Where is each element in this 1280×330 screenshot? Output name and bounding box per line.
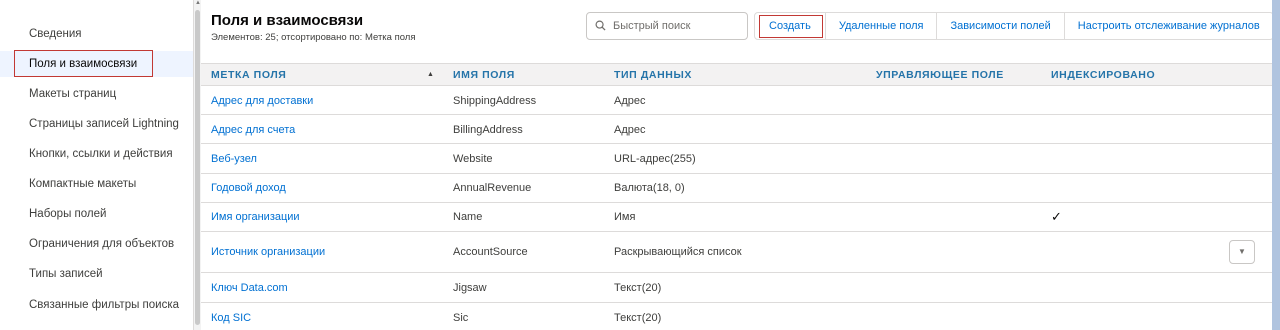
- sidebar-item-label: Сведения: [29, 28, 82, 40]
- field-data-type: Адрес: [614, 124, 646, 136]
- field-label-link[interactable]: Код SIC: [211, 312, 251, 324]
- sidebar-item-label: Компактные макеты: [29, 178, 137, 190]
- field-api-name: Website: [453, 153, 493, 165]
- sidebar-item-buttons-links-actions[interactable]: Кнопки, ссылки и действия: [14, 141, 184, 167]
- sidebar-item-fields-relationships[interactable]: Поля и взаимосвязи: [0, 50, 193, 77]
- search-icon: [595, 20, 606, 31]
- sidebar-item-label: Страницы записей Lightning: [29, 118, 179, 130]
- column-header-data-type[interactable]: ТИП ДАННЫХ: [614, 64, 692, 86]
- table-header: МЕТКА ПОЛЯ ▲ ИМЯ ПОЛЯ ТИП ДАННЫХ УПРАВЛЯ…: [201, 63, 1272, 86]
- sidebar-item-object-limits[interactable]: Ограничения для объектов: [14, 231, 184, 257]
- field-data-type: Текст(20): [614, 282, 662, 294]
- table-row: Адрес для счета BillingAddress Адрес: [201, 115, 1272, 144]
- sidebar-item-record-types[interactable]: Типы записей: [14, 261, 184, 287]
- sidebar-item-lightning-record-pages[interactable]: Страницы записей Lightning: [14, 111, 184, 137]
- field-api-name: ShippingAddress: [453, 95, 537, 107]
- sidebar: Сведения Поля и взаимосвязи Макеты стран…: [0, 0, 193, 330]
- field-data-type: Валюта(18, 0): [614, 182, 685, 194]
- highlight-outline: [14, 50, 153, 77]
- indexed-check-icon: ✓: [1051, 209, 1062, 224]
- field-api-name: AnnualRevenue: [453, 182, 532, 194]
- table-row: Годовой доход AnnualRevenue Валюта(18, 0…: [201, 174, 1272, 203]
- sidebar-item-details[interactable]: Сведения: [14, 21, 184, 47]
- page-background-edge: [1272, 0, 1280, 330]
- sidebar-item-label: Типы записей: [29, 268, 103, 280]
- sidebar-item-label: Ограничения для объектов: [29, 238, 175, 250]
- field-label-link[interactable]: Ключ Data.com: [211, 282, 288, 294]
- column-header-indexed[interactable]: ИНДЕКСИРОВАНО: [1051, 64, 1155, 86]
- table-row: Адрес для доставки ShippingAddress Адрес: [201, 86, 1272, 115]
- field-api-name: AccountSource: [453, 246, 528, 258]
- table-row: Веб-узел Website URL-адрес(255): [201, 144, 1272, 174]
- table-row: Ключ Data.com Jigsaw Текст(20): [201, 273, 1272, 303]
- table-row: Источник организации AccountSource Раскр…: [201, 232, 1272, 273]
- sidebar-scrollbar[interactable]: ▲: [193, 0, 201, 330]
- main-panel: Поля и взаимосвязи Элементов: 25; отсорт…: [201, 0, 1274, 330]
- column-header-field-label[interactable]: МЕТКА ПОЛЯ: [211, 64, 286, 86]
- field-api-name: Sic: [453, 312, 469, 324]
- field-label-link[interactable]: Имя организации: [211, 211, 300, 223]
- sidebar-item-label: Кнопки, ссылки и действия: [29, 148, 173, 160]
- field-data-type: Имя: [614, 211, 636, 223]
- field-dependencies-button-label: Зависимости полей: [950, 20, 1051, 32]
- field-data-type: Текст(20): [614, 312, 662, 324]
- highlight-outline: [759, 15, 823, 38]
- history-tracking-button-label: Настроить отслеживание журналов: [1077, 20, 1260, 32]
- field-api-name: Jigsaw: [453, 282, 487, 294]
- field-label-link[interactable]: Адрес для доставки: [211, 95, 313, 107]
- toolbar-button-group: Создать Удаленные поля Зависимости полей…: [754, 12, 1274, 40]
- column-header-controlling-field[interactable]: УПРАВЛЯЮЩЕЕ ПОЛЕ: [876, 64, 1004, 86]
- scrollbar-thumb[interactable]: [195, 10, 200, 325]
- sidebar-item-field-sets[interactable]: Наборы полей: [14, 201, 184, 227]
- history-tracking-button[interactable]: Настроить отслеживание журналов: [1063, 13, 1273, 39]
- sidebar-item-label: Связанные фильтры поиска: [29, 299, 180, 311]
- field-label-link[interactable]: Адрес для счета: [211, 124, 295, 136]
- column-header-field-name[interactable]: ИМЯ ПОЛЯ: [453, 64, 515, 86]
- create-button[interactable]: Создать: [755, 13, 825, 39]
- field-data-type: URL-адрес(255): [614, 153, 696, 165]
- search-placeholder: Быстрый поиск: [613, 20, 691, 32]
- field-api-name: BillingAddress: [453, 124, 523, 136]
- search-input[interactable]: Быстрый поиск: [586, 12, 748, 40]
- sidebar-item-label: Макеты страниц: [29, 88, 117, 100]
- table-row: Имя организации Name Имя ✓: [201, 203, 1272, 232]
- row-actions-chevron-down-icon[interactable]: ▼: [1229, 240, 1255, 264]
- sidebar-item-label: Наборы полей: [29, 208, 107, 220]
- deleted-fields-button-label: Удаленные поля: [838, 20, 924, 32]
- sidebar-item-page-layouts[interactable]: Макеты страниц: [14, 81, 184, 107]
- field-label-link[interactable]: Веб-узел: [211, 153, 257, 165]
- sidebar-item-lookup-filters[interactable]: Связанные фильтры поиска: [14, 292, 184, 318]
- field-api-name: Name: [453, 211, 483, 223]
- field-dependencies-button[interactable]: Зависимости полей: [936, 13, 1063, 39]
- deleted-fields-button[interactable]: Удаленные поля: [824, 13, 937, 39]
- sidebar-item-compact-layouts[interactable]: Компактные макеты: [14, 171, 184, 197]
- page-subtitle: Элементов: 25; отсортировано по: Метка п…: [211, 32, 416, 43]
- field-data-type: Раскрывающийся список: [614, 246, 742, 258]
- field-label-link[interactable]: Годовой доход: [211, 182, 286, 194]
- table-row: Код SIC Sic Текст(20): [201, 303, 1272, 330]
- field-label-link[interactable]: Источник организации: [211, 246, 325, 258]
- page-title: Поля и взаимосвязи: [211, 12, 364, 29]
- sort-ascending-icon[interactable]: ▲: [427, 64, 434, 86]
- field-data-type: Адрес: [614, 95, 646, 107]
